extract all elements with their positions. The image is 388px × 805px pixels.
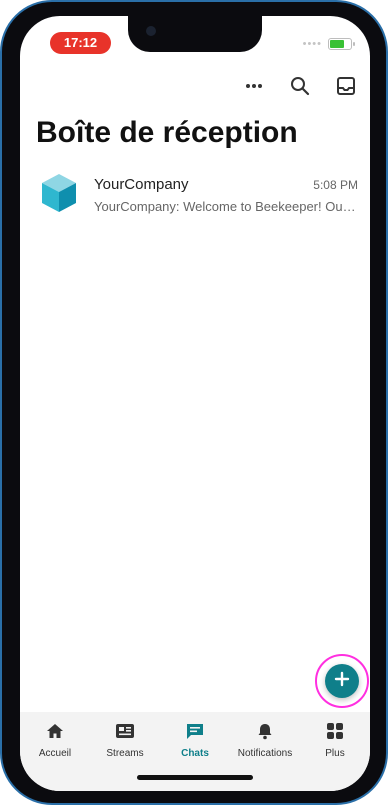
bell-icon — [256, 722, 274, 745]
tab-label: Chats — [181, 748, 209, 759]
tab-accueil[interactable]: Accueil — [20, 712, 90, 762]
grid-icon — [326, 722, 344, 745]
plus-icon — [334, 671, 350, 692]
chat-icon — [185, 722, 205, 745]
tab-notifications[interactable]: Notifications — [230, 712, 300, 762]
more-horizontal-icon[interactable] — [240, 72, 268, 100]
tab-chats[interactable]: Chats — [160, 712, 230, 762]
battery-tip — [353, 42, 355, 46]
tab-label: Notifications — [237, 748, 293, 759]
tab-label: Accueil — [38, 748, 72, 759]
chat-header: YourCompany 5:08 PM — [94, 176, 358, 193]
status-time: 17:12 — [50, 32, 111, 54]
notch — [128, 16, 262, 52]
cube-logo-icon — [38, 172, 80, 214]
top-toolbar — [240, 72, 360, 100]
screen: 17:12 •••• Boîte de réception YourCompan… — [20, 16, 370, 791]
chat-list-item[interactable]: YourCompany 5:08 PM YourCompany: Welcome… — [20, 168, 370, 240]
tab-label: Streams — [106, 748, 144, 759]
tab-plus[interactable]: Plus — [300, 712, 370, 762]
inbox-icon[interactable] — [332, 72, 360, 100]
chat-preview: YourCompany: Welcome to Beekeeper! Our g… — [94, 199, 358, 214]
phone-frame: 17:12 •••• Boîte de réception YourCompan… — [0, 0, 388, 805]
chat-time: 5:08 PM — [313, 178, 358, 192]
battery-level — [330, 40, 344, 48]
streams-icon — [115, 722, 135, 745]
tab-streams[interactable]: Streams — [90, 712, 160, 762]
signal-icon: •••• — [302, 38, 322, 50]
home-indicator — [137, 775, 253, 780]
new-chat-button[interactable] — [325, 664, 359, 698]
chat-content: YourCompany 5:08 PM YourCompany: Welcome… — [94, 168, 358, 214]
battery-icon — [328, 38, 355, 50]
chat-name: YourCompany — [94, 176, 189, 193]
tab-label: Plus — [325, 748, 345, 759]
camera — [146, 26, 156, 36]
search-icon[interactable] — [286, 72, 314, 100]
page-title: Boîte de réception — [36, 116, 298, 149]
status-indicators: •••• — [302, 38, 355, 50]
home-icon — [46, 722, 64, 745]
